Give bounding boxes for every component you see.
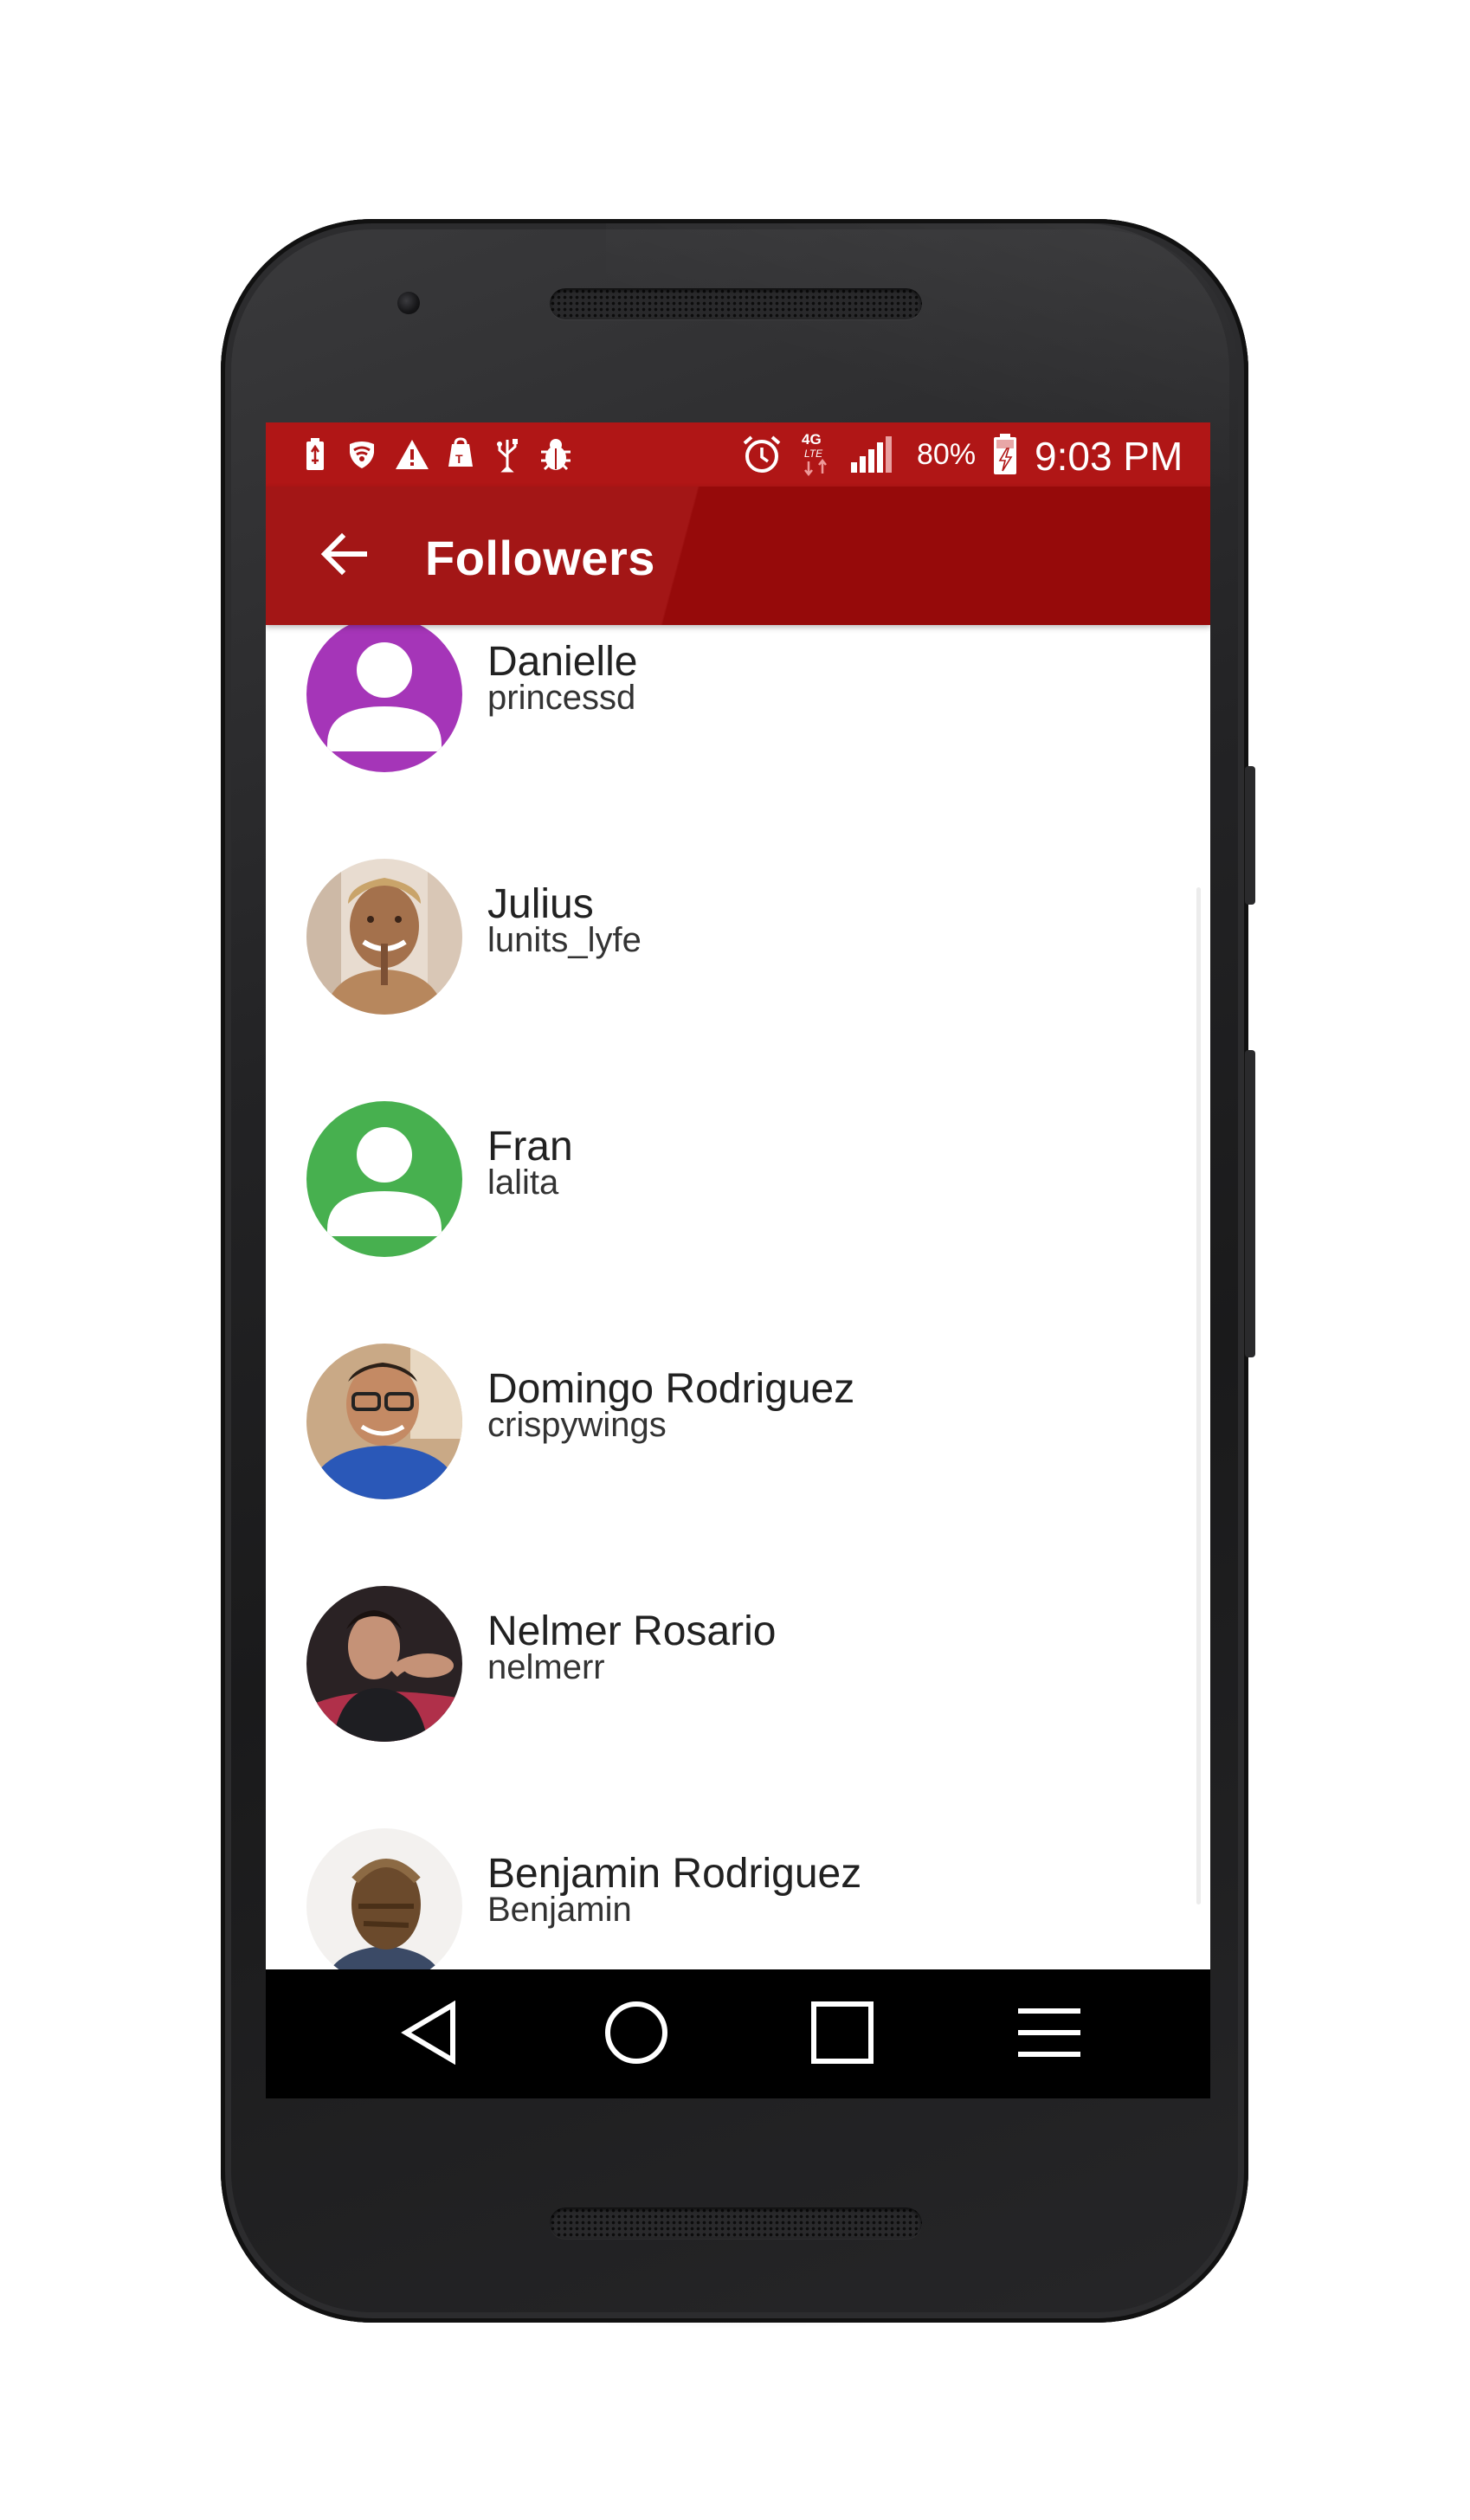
bug-icon — [538, 436, 574, 473]
menu-icon — [1016, 2006, 1082, 2064]
scrollbar[interactable] — [1196, 887, 1201, 1905]
avatar-placeholder-icon — [306, 625, 462, 772]
svg-text:T: T — [455, 452, 463, 466]
follower-username: lalita — [487, 1163, 559, 1202]
avatar-photo — [306, 1828, 462, 1969]
front-camera — [397, 292, 420, 314]
back-button[interactable] — [309, 525, 378, 587]
signal-icon — [848, 436, 899, 473]
volume-button — [1245, 1050, 1255, 1357]
earpiece-speaker — [550, 288, 922, 319]
avatar-placeholder-icon — [306, 1101, 462, 1257]
battery-saver-icon — [297, 436, 333, 473]
usb-icon — [489, 436, 525, 473]
follower-username: lunits_lyfe — [487, 921, 642, 959]
nav-bar — [266, 1969, 1210, 2098]
recents-square-icon — [809, 2000, 875, 2070]
follower-row[interactable]: Danielle princessd — [266, 625, 1210, 817]
warning-icon — [394, 436, 430, 473]
back-triangle-icon — [399, 2000, 460, 2069]
page-title: Followers — [425, 531, 655, 585]
follower-row[interactable]: Benjamin Rodriguez Benjamin — [266, 1785, 1210, 1969]
avatar-photo — [306, 1586, 462, 1742]
avatar-photo — [306, 859, 462, 1015]
follower-row[interactable]: Fran lalita — [266, 1058, 1210, 1302]
svg-text:4G: 4G — [802, 431, 822, 448]
follower-row[interactable]: Julius lunits_lyfe — [266, 815, 1210, 1060]
wifi-shield-icon — [344, 436, 380, 473]
avatar-photo — [306, 1344, 462, 1499]
follower-username: princessd — [487, 679, 636, 717]
power-button — [1245, 766, 1255, 905]
4g-lte-icon: 4G LTE — [797, 431, 837, 477]
svg-text:LTE: LTE — [804, 448, 823, 460]
app-toolbar: Followers — [266, 487, 1210, 625]
nav-back-button[interactable] — [382, 1991, 477, 2078]
nav-menu-button[interactable] — [1002, 1991, 1097, 2078]
battery-charging-icon — [988, 434, 1022, 474]
bottom-speaker — [550, 2207, 922, 2239]
home-circle-icon — [603, 2000, 669, 2070]
nav-recents-button[interactable] — [795, 1991, 890, 2078]
arrow-back-icon — [319, 532, 368, 580]
follower-username: Benjamin — [487, 1891, 632, 1929]
alarm-icon — [740, 435, 783, 473]
follower-username: nelmerr — [487, 1648, 605, 1686]
status-clock: 9:03 PM — [1035, 434, 1183, 479]
nav-home-button[interactable] — [589, 1991, 684, 2078]
battery-percent: 80% — [917, 438, 977, 471]
status-bar: T 4G LTE 80% 9:03 PM — [266, 422, 1210, 487]
follower-row[interactable]: Domingo Rodriguez crispywings — [266, 1300, 1210, 1544]
followers-list[interactable]: Danielle princessd Julius lunits_lyfe Fr… — [266, 625, 1210, 1969]
screen: T 4G LTE 80% 9:03 PM Followers Danielle … — [266, 422, 1210, 2098]
follower-row[interactable]: Nelmer Rosario nelmerr — [266, 1543, 1210, 1787]
tmobile-app-icon: T — [441, 436, 477, 473]
follower-username: crispywings — [487, 1406, 667, 1444]
